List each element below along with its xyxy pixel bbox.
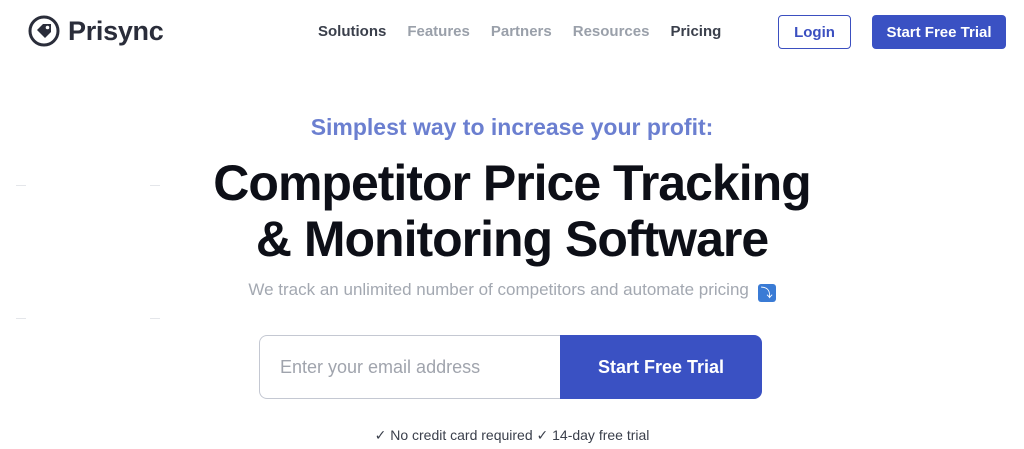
nav-pricing[interactable]: Pricing bbox=[670, 22, 721, 42]
signup-form: Start Free Trial bbox=[259, 335, 762, 399]
hero-subtitle-text: We track an unlimited number of competit… bbox=[248, 280, 749, 299]
brand-logo[interactable]: Prisync bbox=[26, 13, 164, 49]
hero-title-line-1: Competitor Price Tracking bbox=[213, 155, 811, 211]
nav-features[interactable]: Features bbox=[407, 22, 470, 42]
hero-title: Competitor Price Tracking & Monitoring S… bbox=[0, 155, 1024, 267]
decorative-corner bbox=[150, 318, 160, 324]
nav-partners[interactable]: Partners bbox=[491, 22, 552, 42]
site-header: Prisync Solutions Features Partners Reso… bbox=[0, 0, 1024, 64]
signup-notes: ✓ No credit card required ✓ 14-day free … bbox=[374, 427, 650, 443]
main-nav: Solutions Features Partners Resources Pr… bbox=[318, 22, 721, 42]
nav-resources[interactable]: Resources bbox=[573, 22, 650, 42]
hero-tagline: Simplest way to increase your profit: bbox=[310, 114, 714, 140]
curved-arrow-down-icon: ⤵ bbox=[757, 284, 776, 302]
nav-solutions[interactable]: Solutions bbox=[318, 22, 386, 42]
login-button[interactable]: Login bbox=[778, 15, 851, 49]
email-input[interactable] bbox=[259, 335, 560, 399]
hero-title-line-2: & Monitoring Software bbox=[255, 211, 769, 267]
decorative-corner bbox=[16, 318, 26, 324]
hero-subtitle: We track an unlimited number of competit… bbox=[0, 280, 1024, 302]
price-tag-logo-icon bbox=[28, 15, 60, 47]
brand-name: Prisync bbox=[68, 15, 164, 46]
header-start-trial-button[interactable]: Start Free Trial bbox=[872, 15, 1006, 49]
start-free-trial-button[interactable]: Start Free Trial bbox=[560, 335, 762, 399]
